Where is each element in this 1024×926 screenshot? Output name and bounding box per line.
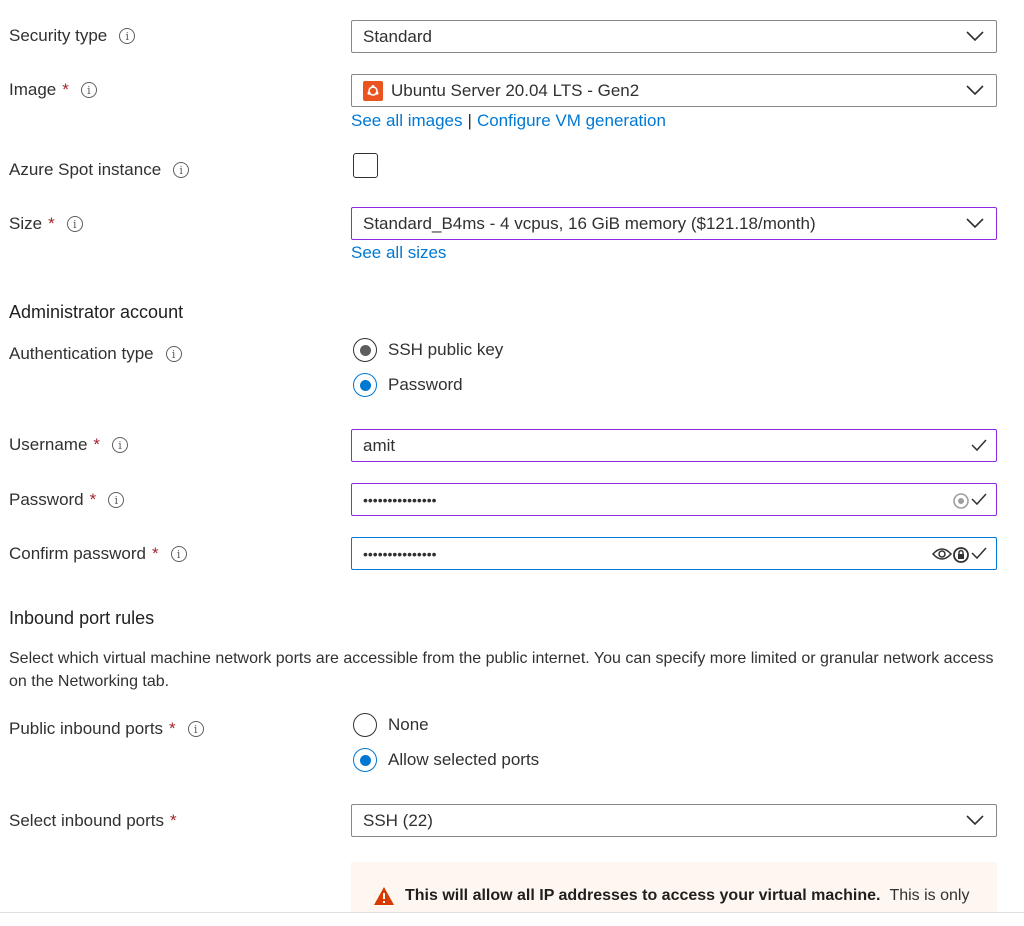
inbound-description: Select which virtual machine network por… [9, 650, 994, 690]
password-value: ••••••••••••••• [363, 491, 437, 508]
image-dropdown[interactable]: Ubuntu Server 20.04 LTS - Gen2 [351, 74, 997, 107]
chevron-down-icon [966, 31, 984, 42]
configure-vm-generation-link[interactable]: Configure VM generation [477, 111, 666, 131]
security-type-label: Security type i [9, 26, 136, 46]
password-label: Password * i [9, 490, 125, 510]
administrator-account-heading: Administrator account [9, 302, 184, 322]
reveal-password-icon[interactable] [932, 547, 952, 561]
radio-circle [353, 338, 377, 362]
required-asterisk: * [169, 719, 176, 738]
select-inbound-ports-dropdown[interactable]: SSH (22) [351, 804, 997, 837]
size-label: Size * i [9, 214, 83, 234]
inbound-port-rules-heading: Inbound port rules [9, 608, 155, 628]
radio-allow-selected-ports[interactable]: Allow selected ports [353, 748, 539, 772]
checkmark-icon [971, 439, 987, 452]
info-icon[interactable]: i [173, 162, 190, 178]
azure-spot-label: Azure Spot instance i [9, 160, 190, 180]
password-manager-icon[interactable] [952, 546, 970, 564]
chevron-down-icon [966, 815, 984, 826]
image-label: Image * i [9, 80, 97, 100]
info-icon[interactable]: i [119, 28, 136, 44]
required-asterisk: * [170, 811, 177, 830]
size-value: Standard_B4ms - 4 vcpus, 16 GiB memory (… [363, 213, 816, 233]
select-inbound-ports-label: Select inbound ports * [9, 811, 177, 830]
confirm-password-value: ••••••••••••••• [363, 545, 437, 562]
security-type-dropdown[interactable]: Standard [351, 20, 997, 53]
warning-text: This is only [889, 887, 970, 904]
azure-spot-checkbox[interactable] [353, 153, 378, 178]
required-asterisk: * [152, 544, 159, 563]
image-links: See all images | Configure VM generation [351, 111, 666, 131]
see-all-images-link[interactable]: See all images [351, 111, 463, 131]
checkmark-icon [971, 493, 987, 506]
authentication-type-label: Authentication type i [9, 344, 182, 364]
required-asterisk: * [62, 80, 69, 99]
info-icon[interactable]: i [80, 82, 97, 98]
checkmark-icon [971, 547, 987, 560]
inbound-ports-value: SSH (22) [363, 810, 433, 830]
footer-area [0, 913, 1024, 926]
info-icon[interactable]: i [112, 437, 129, 453]
confirm-password-label: Confirm password * i [9, 544, 187, 564]
public-inbound-ports-label: Public inbound ports * i [9, 719, 204, 739]
ubuntu-icon [363, 80, 383, 101]
image-value: Ubuntu Server 20.04 LTS - Gen2 [391, 80, 640, 100]
username-label: Username * i [9, 435, 129, 455]
chevron-down-icon [966, 85, 984, 96]
username-value: amit [363, 435, 396, 455]
radio-none[interactable]: None [353, 713, 429, 737]
confirm-password-input[interactable]: ••••••••••••••• [351, 537, 997, 570]
radio-circle [353, 713, 377, 737]
link-separator: | [467, 111, 472, 130]
security-type-value: Standard [363, 26, 432, 46]
required-asterisk: * [93, 435, 101, 454]
info-icon[interactable]: i [66, 216, 83, 232]
password-manager-icon[interactable] [952, 492, 970, 510]
required-asterisk: * [48, 214, 55, 233]
radio-circle [353, 373, 377, 397]
see-all-sizes-link[interactable]: See all sizes [351, 243, 446, 263]
chevron-down-icon [966, 218, 984, 229]
size-dropdown[interactable]: Standard_B4ms - 4 vcpus, 16 GiB memory (… [351, 207, 997, 240]
size-links: See all sizes [351, 243, 446, 263]
info-icon[interactable]: i [165, 346, 182, 362]
warning-bold-text: This will allow all IP addresses to acce… [405, 887, 881, 904]
warning-banner: This will allow all IP addresses to acce… [351, 862, 997, 914]
radio-circle [353, 748, 377, 772]
password-input[interactable]: ••••••••••••••• [351, 483, 997, 516]
required-asterisk: * [89, 490, 97, 509]
radio-ssh-public-key[interactable]: SSH public key [353, 338, 503, 362]
info-icon[interactable]: i [108, 492, 125, 508]
info-icon[interactable]: i [187, 721, 204, 737]
username-input[interactable]: amit [351, 429, 997, 462]
radio-password[interactable]: Password [353, 373, 463, 397]
info-icon[interactable]: i [170, 546, 187, 562]
warning-icon [374, 887, 394, 905]
